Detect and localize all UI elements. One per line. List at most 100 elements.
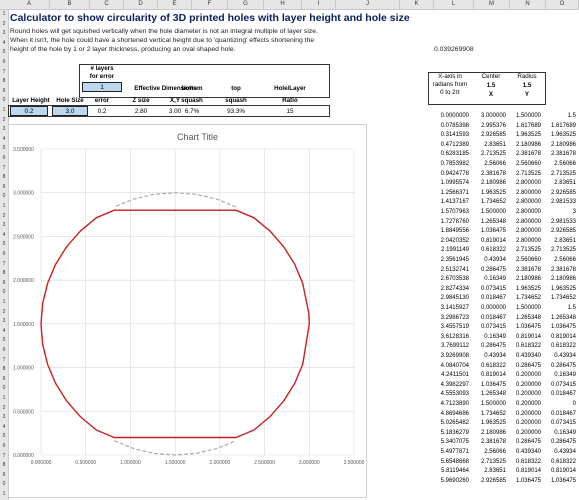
- table-cell[interactable]: 0.0785398: [441, 122, 469, 132]
- row-header[interactable]: 7: [0, 164, 8, 172]
- row-header[interactable]: 2: [0, 116, 8, 124]
- table-cell[interactable]: 1.8849556: [441, 227, 469, 237]
- table-cell[interactable]: 2.1991149: [441, 246, 469, 256]
- table-cell[interactable]: 2.381678: [481, 170, 506, 180]
- row-header[interactable]: 0: [0, 384, 8, 392]
- table-cell[interactable]: 1.963525: [481, 419, 506, 429]
- table-cell[interactable]: 2.800000: [516, 179, 541, 189]
- note-line-1[interactable]: Round holes will get squished vertically…: [10, 28, 318, 35]
- row-header[interactable]: 1: [0, 202, 8, 210]
- table-cell[interactable]: 2.56066: [484, 448, 506, 458]
- table-cell[interactable]: 2.713525: [481, 150, 506, 160]
- table-cell[interactable]: 0.200000: [516, 371, 541, 381]
- error-value[interactable]: 0.2: [82, 108, 122, 115]
- row-header[interactable]: 8: [0, 269, 8, 277]
- table-cell[interactable]: 1.036475: [516, 477, 541, 487]
- column-header-B[interactable]: B: [50, 0, 90, 9]
- table-cell[interactable]: 2.800000: [516, 237, 541, 247]
- table-cell[interactable]: 0.286475: [481, 342, 506, 352]
- row-header[interactable]: 9: [0, 279, 8, 287]
- table-cell[interactable]: 5.9690260: [441, 477, 469, 487]
- table-cell[interactable]: 1.265348: [551, 314, 576, 324]
- table-cell[interactable]: 2.713525: [516, 246, 541, 256]
- table-cell[interactable]: 2.6703538: [441, 275, 469, 285]
- table-cell[interactable]: 5.0265482: [441, 419, 469, 429]
- table-cell[interactable]: 0.200000: [516, 429, 541, 439]
- table-cell[interactable]: 1.4137167: [441, 198, 469, 208]
- row-header[interactable]: 3: [0, 125, 8, 133]
- table-cell[interactable]: 2.713525: [551, 246, 576, 256]
- table-cell[interactable]: 1.734652: [516, 294, 541, 304]
- row-header[interactable]: 2: [0, 20, 8, 28]
- table-cell[interactable]: 2.800000: [516, 208, 541, 218]
- table-cell[interactable]: 2.560660: [516, 160, 541, 170]
- column-header-A[interactable]: A: [9, 0, 50, 9]
- table-cell[interactable]: 0.200000: [516, 400, 541, 410]
- table-cell[interactable]: 2.926585: [481, 131, 506, 141]
- row-header[interactable]: 1: [0, 490, 8, 498]
- table-cell[interactable]: 0.286475: [551, 438, 576, 448]
- table-cell[interactable]: 2.83651: [554, 237, 576, 247]
- layers-input[interactable]: 1: [82, 82, 122, 92]
- table-cell[interactable]: 1.036475: [551, 477, 576, 487]
- table-cell[interactable]: 1.734652: [551, 294, 576, 304]
- table-cell[interactable]: 3.6128316: [441, 333, 469, 343]
- table-cell[interactable]: 0.018467: [551, 390, 576, 400]
- row-header[interactable]: 6: [0, 58, 8, 66]
- table-cell[interactable]: 1.5: [568, 304, 576, 314]
- table-cell[interactable]: 1.265348: [481, 218, 506, 228]
- table-cell[interactable]: 4.5553093: [441, 390, 469, 400]
- table-cell[interactable]: 0.073415: [551, 381, 576, 391]
- table-cell[interactable]: 0.16349: [554, 371, 576, 381]
- table-cell[interactable]: 2.83651: [554, 179, 576, 189]
- ratio-value-cell[interactable]: 0.039269908: [434, 46, 474, 53]
- chart-area[interactable]: Chart Title 0.000000 0.500000 1.000000 1.500…: [8, 124, 367, 498]
- table-cell[interactable]: 0.3141593: [441, 131, 469, 141]
- row-header[interactable]: 1: [0, 298, 8, 306]
- table-cell[interactable]: 2.56066: [484, 160, 506, 170]
- table-cell[interactable]: 2.926585: [551, 189, 576, 199]
- table-cell[interactable]: 2.926585: [551, 227, 576, 237]
- z-size-value[interactable]: 2.80: [124, 108, 158, 115]
- column-header-D[interactable]: D: [124, 0, 158, 9]
- row-header[interactable]: 1: [0, 106, 8, 114]
- table-cell[interactable]: 4.7123890: [441, 400, 469, 410]
- row-header[interactable]: 8: [0, 461, 8, 469]
- table-cell[interactable]: 1.5707963: [441, 208, 469, 218]
- table-cell[interactable]: 0.4712389: [441, 141, 469, 151]
- column-header-E[interactable]: E: [158, 0, 192, 9]
- table-cell[interactable]: 5.3407075: [441, 438, 469, 448]
- table-cell[interactable]: 3.4557519: [441, 323, 469, 333]
- table-cell[interactable]: 0.16349: [484, 333, 506, 343]
- table-cell[interactable]: 2.381678: [516, 266, 541, 276]
- table-cell[interactable]: 0.073415: [551, 419, 576, 429]
- table-cell[interactable]: 2.83651: [484, 141, 506, 151]
- table-cell[interactable]: 0.200000: [516, 390, 541, 400]
- table-cell[interactable]: 0.618322: [481, 362, 506, 372]
- table-cell[interactable]: 1.963525: [551, 285, 576, 295]
- table-cell[interactable]: 0.16349: [554, 429, 576, 439]
- row-header[interactable]: 2: [0, 212, 8, 220]
- table-cell[interactable]: 0.618322: [516, 342, 541, 352]
- table-cell[interactable]: 4.0840704: [441, 362, 469, 372]
- table-cell[interactable]: 1.500000: [481, 400, 506, 410]
- column-header-M[interactable]: M: [474, 0, 510, 9]
- row-header[interactable]: 1: [0, 394, 8, 402]
- table-cell[interactable]: 0.16349: [484, 275, 506, 285]
- table-cell[interactable]: 1.963525: [551, 131, 576, 141]
- table-cell[interactable]: 2.381678: [551, 266, 576, 276]
- table-cell[interactable]: 0.439340: [516, 448, 541, 458]
- table-cell[interactable]: 0.7853982: [441, 160, 469, 170]
- table-cell[interactable]: 0.9424778: [441, 170, 469, 180]
- row-header[interactable]: 9: [0, 471, 8, 479]
- table-cell[interactable]: 1.617689: [551, 122, 576, 132]
- table-cell[interactable]: 0.286475: [481, 266, 506, 276]
- table-cell[interactable]: 5.8119464: [441, 467, 469, 477]
- row-header[interactable]: 7: [0, 68, 8, 76]
- table-cell[interactable]: 2.560660: [516, 256, 541, 266]
- table-cell[interactable]: 1.036475: [551, 323, 576, 333]
- table-cell[interactable]: 2.180986: [516, 141, 541, 151]
- sheet-title[interactable]: Calculator to show circularity of 3D pri…: [10, 12, 410, 24]
- table-cell[interactable]: 0.439340: [516, 352, 541, 362]
- row-header[interactable]: 2: [0, 404, 8, 412]
